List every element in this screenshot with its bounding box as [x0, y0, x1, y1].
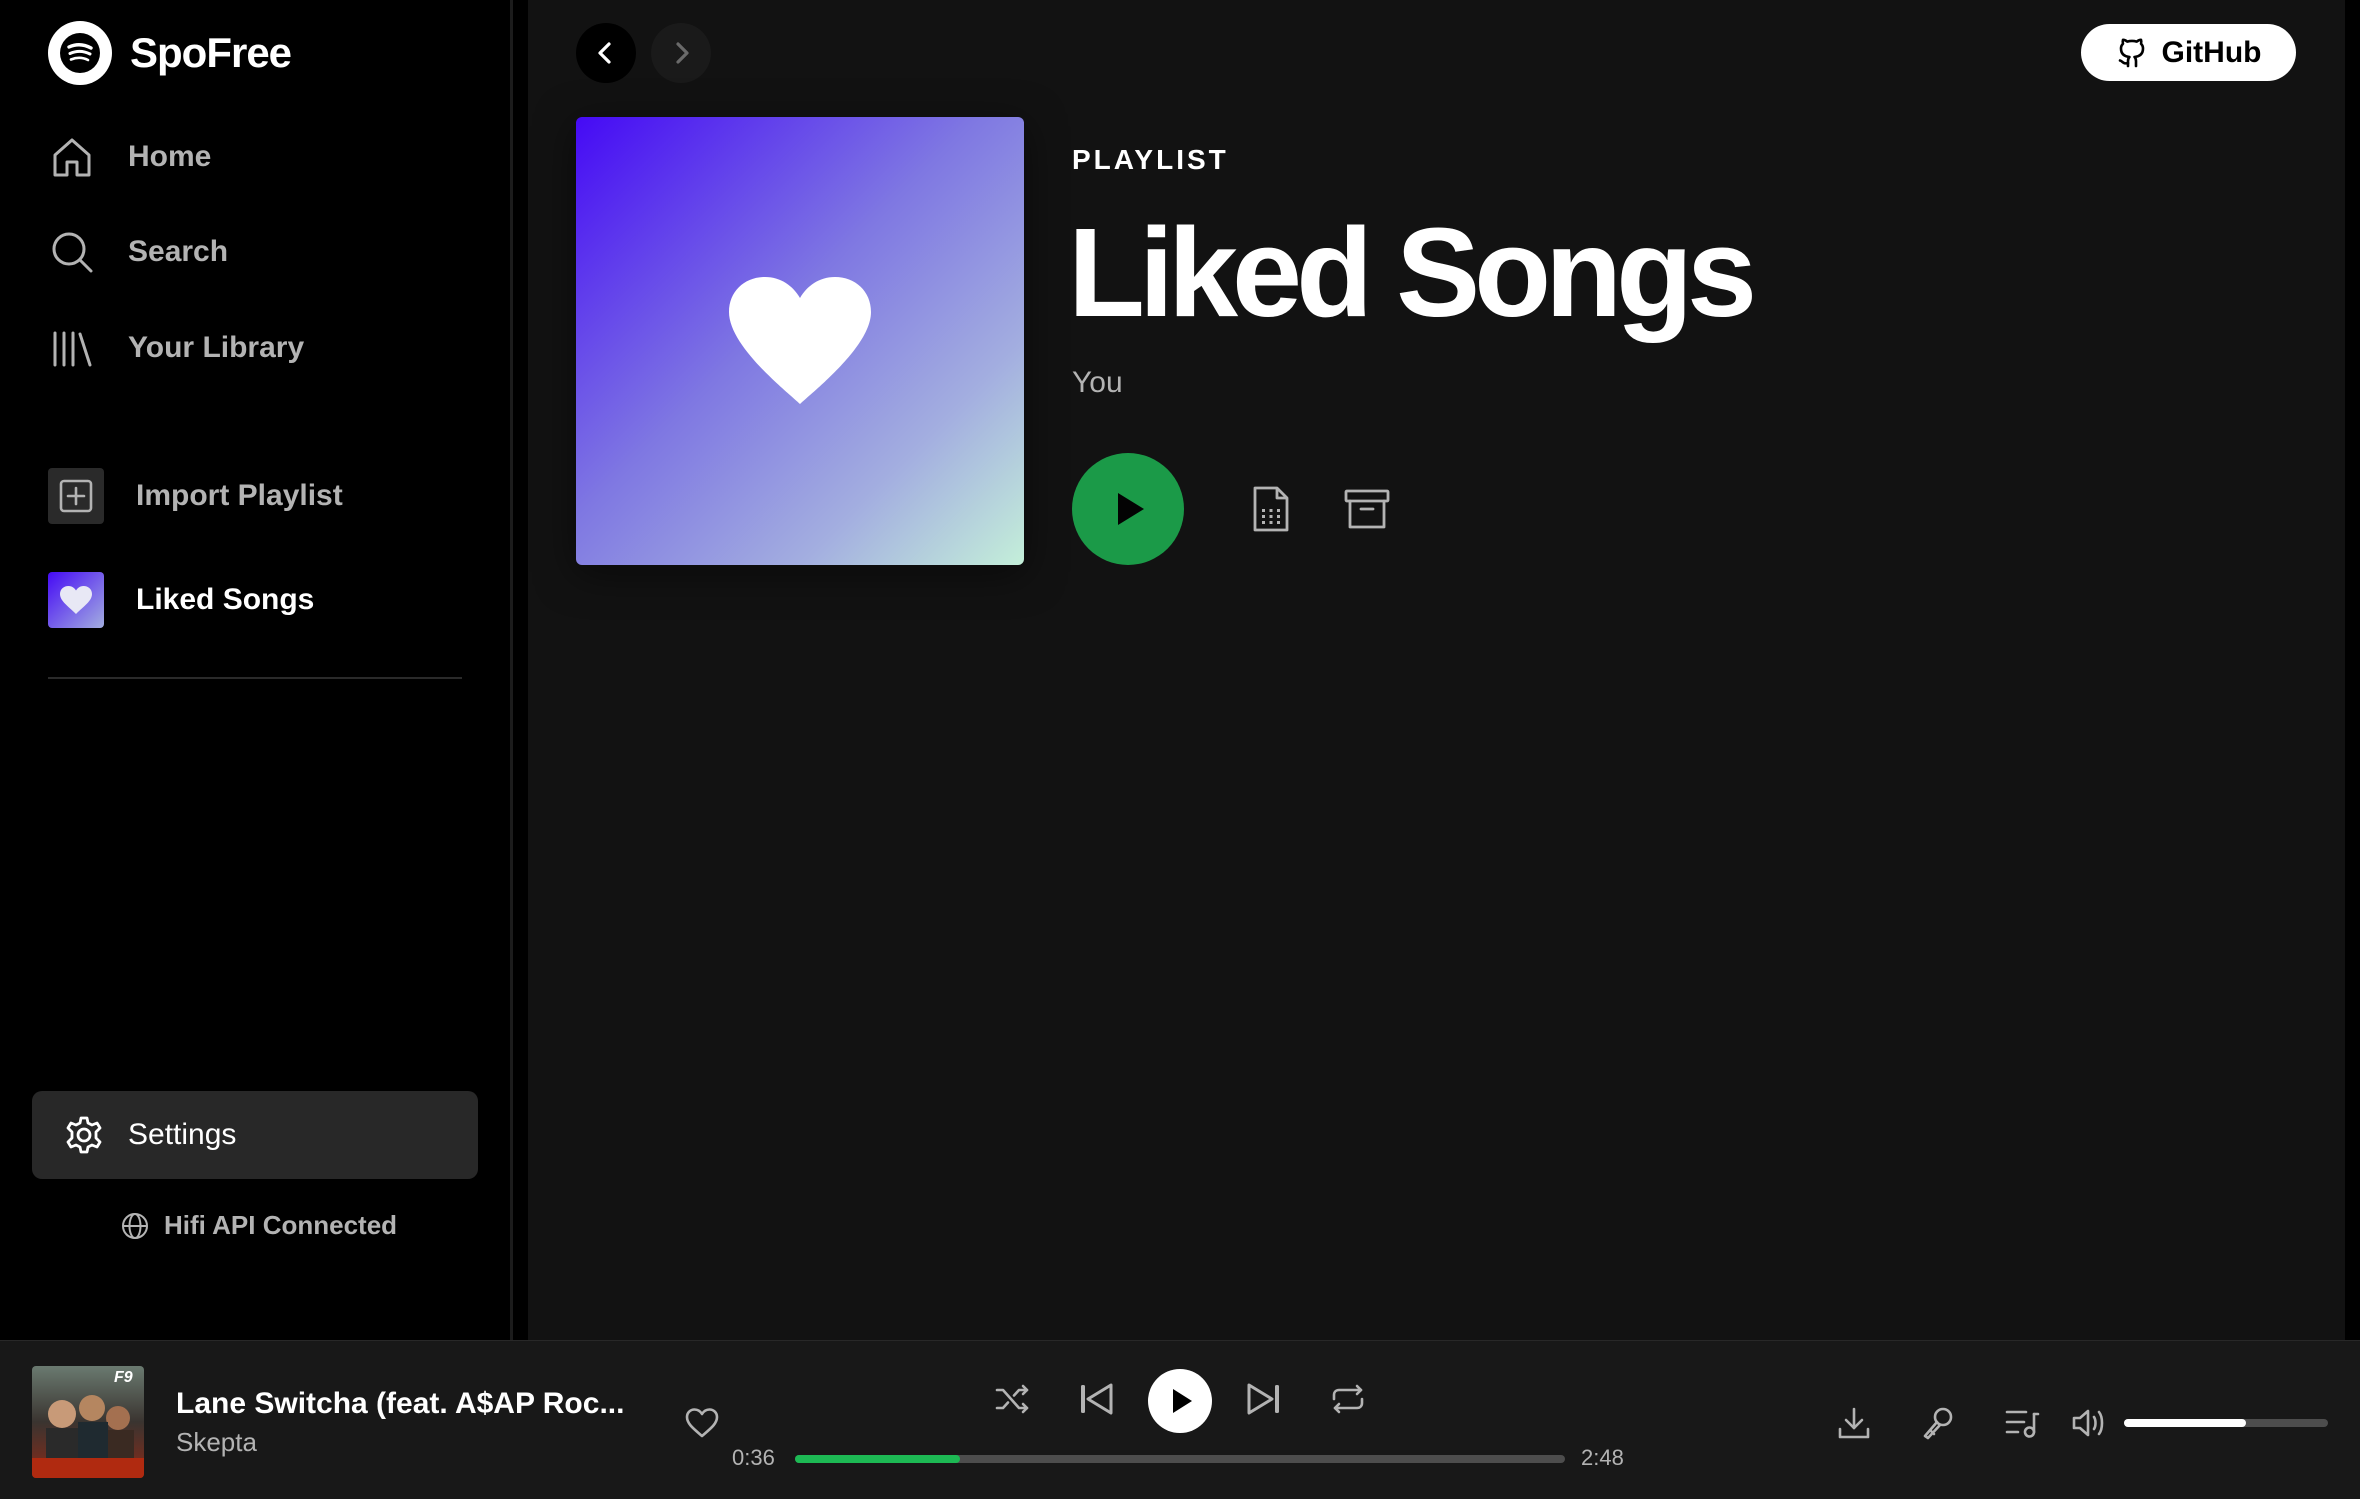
spreadsheet-file-icon: [1249, 485, 1293, 533]
archive-icon: [1343, 487, 1391, 531]
svg-text:F9: F9: [114, 1369, 133, 1386]
next-track-button[interactable]: [1242, 1377, 1286, 1421]
volume-fill: [2124, 1419, 2247, 1427]
sidebar-divider: [48, 677, 462, 679]
github-label: GitHub: [2161, 35, 2262, 69]
track-artist[interactable]: Skepta: [176, 1427, 257, 1458]
github-icon: [2116, 37, 2148, 69]
playlist-cover: [576, 117, 1024, 565]
track-title[interactable]: Lane Switcha (feat. A$AP Roc...: [176, 1387, 646, 1421]
player-bar: F9 Lane Switcha (feat. A$AP Roc... Skept…: [0, 1340, 2360, 1499]
archive-button[interactable]: [1342, 484, 1392, 534]
repeat-icon: [1330, 1382, 1366, 1416]
shuffle-icon: [994, 1383, 1030, 1415]
nav-home[interactable]: Home: [48, 127, 211, 187]
play-icon: [1165, 1386, 1195, 1416]
skip-back-icon: [1078, 1382, 1114, 1416]
play-pause-button[interactable]: [1148, 1369, 1212, 1433]
chevron-right-icon: [667, 39, 695, 67]
play-playlist-button[interactable]: [1072, 453, 1184, 565]
heart-icon: [725, 274, 875, 408]
nav-search[interactable]: Search: [48, 222, 228, 282]
sidebar-item-liked-songs[interactable]: Liked Songs: [48, 571, 314, 629]
github-button[interactable]: GitHub: [2081, 24, 2296, 81]
globe-icon: [120, 1211, 150, 1241]
previous-track-button[interactable]: [1074, 1377, 1118, 1421]
shuffle-button[interactable]: [990, 1377, 1034, 1421]
microphone-icon: [1920, 1405, 1956, 1441]
nav-home-label: Home: [128, 140, 212, 173]
nav-search-label: Search: [128, 235, 229, 268]
export-csv-button[interactable]: [1246, 484, 1296, 534]
album-art[interactable]: F9: [32, 1366, 144, 1478]
api-status-label: Hifi API Connected: [164, 1210, 398, 1240]
import-playlist-button[interactable]: Import Playlist: [48, 467, 343, 525]
import-playlist-label: Import Playlist: [136, 479, 343, 512]
lyrics-button[interactable]: [1916, 1401, 1960, 1445]
gear-icon: [64, 1115, 104, 1155]
volume-button[interactable]: [2068, 1401, 2112, 1445]
api-status: Hifi API Connected: [120, 1210, 397, 1241]
liked-songs-label: Liked Songs: [136, 583, 315, 616]
progress-fill: [795, 1455, 960, 1463]
download-icon: [1836, 1405, 1872, 1441]
playlist-owner[interactable]: You: [1072, 366, 1123, 400]
chevron-left-icon: [592, 39, 620, 67]
settings-label: Settings: [128, 1118, 237, 1151]
page-title: Liked Songs: [1068, 202, 1757, 343]
forward-button[interactable]: [651, 23, 711, 83]
progress-bar[interactable]: [795, 1455, 1565, 1463]
app-name: SpoFree: [130, 29, 292, 76]
sidebar-resize-handle[interactable]: [510, 0, 513, 1340]
download-button[interactable]: [1832, 1401, 1876, 1445]
duration-time: 2:48: [1581, 1445, 1624, 1470]
search-icon: [48, 228, 96, 276]
volume-icon: [2071, 1406, 2109, 1440]
queue-button[interactable]: [2000, 1401, 2044, 1445]
skip-forward-icon: [1246, 1382, 1282, 1416]
heart-outline-icon: [684, 1407, 720, 1439]
scrollbar-gutter: [2345, 0, 2360, 1340]
plus-square-icon: [48, 468, 104, 524]
repeat-button[interactable]: [1326, 1377, 1370, 1421]
playlist-type-label: PLAYLIST: [1072, 144, 1229, 175]
volume-slider[interactable]: [2124, 1419, 2328, 1427]
spofree-logo-icon: [48, 21, 112, 85]
home-icon: [48, 133, 96, 181]
heart-icon: [48, 572, 104, 628]
nav-your-library-label: Your Library: [128, 331, 305, 364]
sidebar: SpoFree Home Search Your Library Import …: [0, 0, 510, 1340]
elapsed-time: 0:36: [732, 1445, 775, 1470]
app-logo[interactable]: SpoFree: [48, 21, 292, 85]
back-button[interactable]: [576, 23, 636, 83]
nav-your-library[interactable]: Your Library: [48, 318, 304, 378]
play-icon: [1106, 487, 1150, 531]
like-track-button[interactable]: [682, 1403, 722, 1443]
library-icon: [48, 324, 96, 372]
settings-button[interactable]: Settings: [32, 1091, 478, 1179]
queue-icon: [2004, 1406, 2040, 1440]
